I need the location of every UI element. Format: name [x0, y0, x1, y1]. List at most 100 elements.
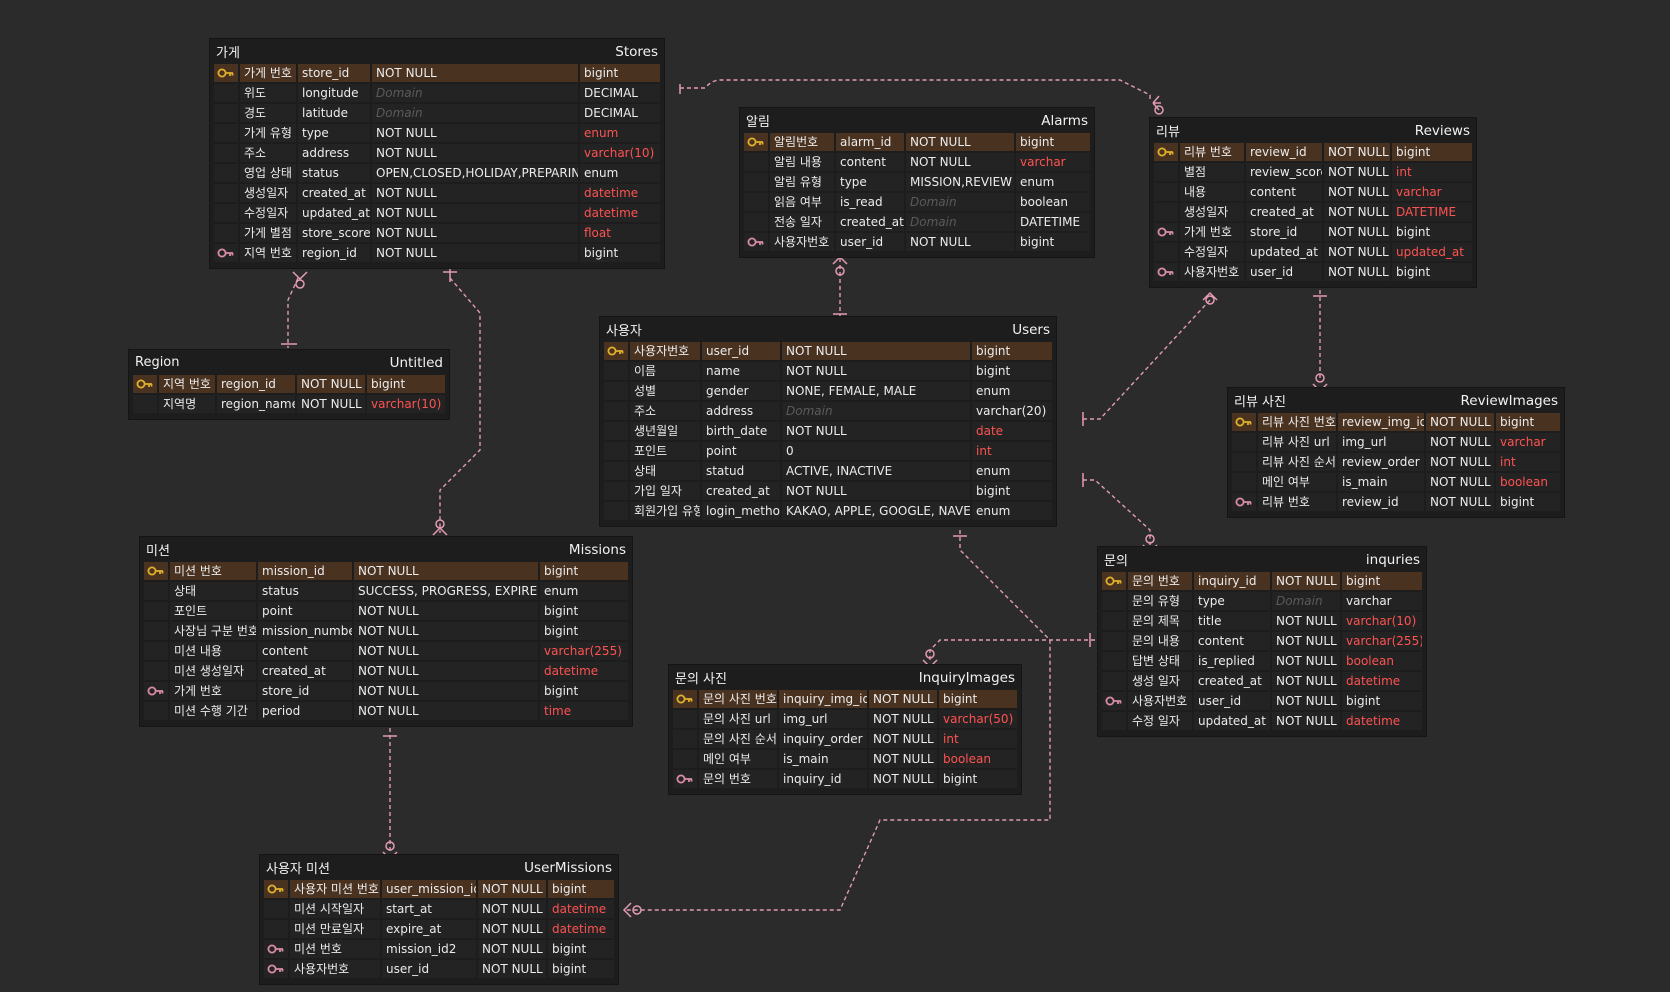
table-row[interactable]: 미션 수행 기간 period NOT NULL time: [144, 702, 628, 722]
table-row[interactable]: 포인트 point NOT NULL bigint: [144, 602, 628, 622]
table-header: 알림 Alarms: [744, 108, 1090, 133]
column-physical-name: point: [702, 442, 780, 460]
table-row[interactable]: 지역 번호 region_id NOT NULL bigint: [214, 244, 660, 264]
table-row[interactable]: 사장님 구분 번호 mission_number NOT NULL bigint: [144, 622, 628, 642]
table-row[interactable]: 전송 일자 created_at Domain DATETIME: [744, 213, 1090, 233]
table-row[interactable]: 내용 content NOT NULL varchar: [1154, 183, 1472, 203]
table-inquiryimages[interactable]: 문의 사진 InquiryImages 문의 사진 번호 inquiry_img_id…: [669, 665, 1021, 794]
table-row[interactable]: 문의 사진 순서 inquiry_order NOT NULL int: [673, 730, 1017, 750]
table-row[interactable]: 문의 유형 type Domain varchar: [1102, 592, 1422, 612]
table-row[interactable]: 가게 유형 type NOT NULL enum: [214, 124, 660, 144]
column-type: boolean: [1016, 193, 1090, 211]
table-row[interactable]: 주소 address Domain varchar(20): [604, 402, 1052, 422]
column-type: datetime: [580, 204, 660, 222]
table-row[interactable]: 리뷰 번호 review_id NOT NULL bigint: [1154, 143, 1472, 163]
table-inquries[interactable]: 문의 inquries 문의 번호 inquiry_id NOT NULL bigint 문…: [1098, 547, 1426, 736]
column-type: updated_at: [1392, 243, 1472, 261]
table-row[interactable]: 문의 사진 번호 inquiry_img_id NOT NULL bigint: [673, 690, 1017, 710]
table-row[interactable]: 문의 사진 url img_url NOT NULL varchar(50): [673, 710, 1017, 730]
table-row[interactable]: 미션 시작일자 start_at NOT NULL datetime: [264, 900, 614, 920]
table-row[interactable]: 알림 내용 content NOT NULL varchar: [744, 153, 1090, 173]
column-constraint: NOT NULL: [354, 702, 538, 720]
table-row[interactable]: 미션 만료일자 expire_at NOT NULL datetime: [264, 920, 614, 940]
table-row[interactable]: 리뷰 번호 review_id NOT NULL bigint: [1232, 493, 1560, 513]
column-constraint: Domain: [372, 104, 578, 122]
table-row[interactable]: 읽음 여부 is_read Domain boolean: [744, 193, 1090, 213]
column-type: enum: [972, 382, 1052, 400]
key-cell: [133, 395, 157, 413]
table-row[interactable]: 사용자번호 user_id NOT NULL bigint: [1102, 692, 1422, 712]
table-row[interactable]: 문의 내용 content NOT NULL varchar(255): [1102, 632, 1422, 652]
table-row[interactable]: 회원가입 유형 login_method KAKAO, APPLE, GOOGLE,…: [604, 502, 1052, 522]
table-row[interactable]: 이름 name NOT NULL bigint: [604, 362, 1052, 382]
table-usermissions[interactable]: 사용자 미션 UserMissions 사용자 미션 번호 user_mission_…: [260, 855, 618, 984]
table-row[interactable]: 생성일자 created_at NOT NULL DATETIME: [1154, 203, 1472, 223]
table-row[interactable]: 미션 번호 mission_id NOT NULL bigint: [144, 562, 628, 582]
table-row[interactable]: 포인트 point 0 int: [604, 442, 1052, 462]
table-row[interactable]: 주소 address NOT NULL varchar(10): [214, 144, 660, 164]
table-row[interactable]: 메인 여부 is_main NOT NULL boolean: [1232, 473, 1560, 493]
table-row[interactable]: 미션 내용 content NOT NULL varchar(255): [144, 642, 628, 662]
table-row[interactable]: 가게 번호 store_id NOT NULL bigint: [1154, 223, 1472, 243]
table-header: Region Untitled: [133, 350, 445, 375]
table-row[interactable]: 성별 gender NONE, FEMALE, MALE enum: [604, 382, 1052, 402]
table-row[interactable]: 답변 상태 is_replied NOT NULL boolean: [1102, 652, 1422, 672]
table-row[interactable]: 지역 번호 region_id NOT NULL bigint: [133, 375, 445, 395]
table-row[interactable]: 미션 생성일자 created_at NOT NULL datetime: [144, 662, 628, 682]
column-type: int: [972, 442, 1052, 460]
table-row[interactable]: 경도 latitude Domain DECIMAL: [214, 104, 660, 124]
table-header: 사용자 Users: [604, 317, 1052, 342]
column-constraint: NOT NULL: [1426, 473, 1494, 491]
table-row[interactable]: 수정일자 updated_at NOT NULL updated_at: [1154, 243, 1472, 263]
table-row[interactable]: 문의 번호 inquiry_id NOT NULL bigint: [1102, 572, 1422, 592]
foreign-key-icon: [1102, 692, 1126, 710]
table-row[interactable]: 위도 longitude Domain DECIMAL: [214, 84, 660, 104]
table-header: 사용자 미션 UserMissions: [264, 855, 614, 880]
table-row[interactable]: 가게 번호 store_id NOT NULL bigint: [214, 64, 660, 84]
table-row[interactable]: 리뷰 사진 순서 review_order NOT NULL int: [1232, 453, 1560, 473]
table-row[interactable]: 리뷰 사진 url img_url NOT NULL varchar: [1232, 433, 1560, 453]
table-row[interactable]: 메인 여부 is_main NOT NULL boolean: [673, 750, 1017, 770]
table-row[interactable]: 지역명 region_name NOT NULL varchar(10): [133, 395, 445, 415]
table-row[interactable]: 별점 review_score NOT NULL int: [1154, 163, 1472, 183]
table-row[interactable]: 사용자번호 user_id NOT NULL bigint: [744, 233, 1090, 253]
table-row[interactable]: 리뷰 사진 번호 review_img_id NOT NULL bigint: [1232, 413, 1560, 433]
foreign-key-icon: [264, 940, 288, 958]
column-type: bigint: [972, 342, 1052, 360]
table-row[interactable]: 미션 번호 mission_id2 NOT NULL bigint: [264, 940, 614, 960]
column-type: datetime: [1342, 672, 1422, 690]
table-stores[interactable]: 가게 Stores 가게 번호 store_id NOT NULL bigint 위도 lon…: [210, 39, 664, 268]
table-row[interactable]: 사용자 미션 번호 user_mission_id NOT NULL bigint: [264, 880, 614, 900]
table-row[interactable]: 가게 별점 store_score NOT NULL float: [214, 224, 660, 244]
table-missions[interactable]: 미션 Missions 미션 번호 mission_id NOT NULL bigint 상…: [140, 537, 632, 726]
table-row[interactable]: 가게 번호 store_id NOT NULL bigint: [144, 682, 628, 702]
table-row[interactable]: 상태 statud ACTIVE, INACTIVE enum: [604, 462, 1052, 482]
table-row[interactable]: 알림번호 alarm_id NOT NULL bigint: [744, 133, 1090, 153]
column-type: date: [972, 422, 1052, 440]
table-english-title: Untitled: [389, 354, 443, 371]
table-row[interactable]: 문의 번호 inquiry_id NOT NULL bigint: [673, 770, 1017, 790]
table-users[interactable]: 사용자 Users 사용자번호 user_id NOT NULL bigint 이름 name…: [600, 317, 1056, 526]
table-alarms[interactable]: 알림 Alarms 알림번호 alarm_id NOT NULL bigint 알림 내용 c…: [740, 108, 1094, 257]
table-row[interactable]: 문의 제목 title NOT NULL varchar(10): [1102, 612, 1422, 632]
table-row[interactable]: 생년월일 birth_date NOT NULL date: [604, 422, 1052, 442]
table-row[interactable]: 영업 상태 status OPEN,CLOSED,HOLIDAY,PREPARING…: [214, 164, 660, 184]
table-row[interactable]: 가입 일자 created_at NOT NULL bigint: [604, 482, 1052, 502]
table-row[interactable]: 상태 status SUCCESS, PROGRESS, EXPIRED enum: [144, 582, 628, 602]
table-korean-title: Region: [135, 355, 180, 370]
table-reviews[interactable]: 리뷰 Reviews 리뷰 번호 review_id NOT NULL bigint 별점 r…: [1150, 118, 1476, 287]
table-row[interactable]: 수정 일자 updated_at NOT NULL datetime: [1102, 712, 1422, 732]
table-row[interactable]: 알림 유형 type MISSION,REVIEW enum: [744, 173, 1090, 193]
table-reviewimages[interactable]: 리뷰 사진 ReviewImages 리뷰 사진 번호 review_img_id NO…: [1228, 388, 1564, 517]
table-row[interactable]: 수정일자 updated_at NOT NULL datetime: [214, 204, 660, 224]
table-row[interactable]: 사용자번호 user_id NOT NULL bigint: [604, 342, 1052, 362]
key-cell: [144, 702, 168, 720]
table-row[interactable]: 사용자번호 user_id NOT NULL bigint: [264, 960, 614, 980]
table-row[interactable]: 생성일자 created_at NOT NULL datetime: [214, 184, 660, 204]
table-row[interactable]: 사용자번호 user_id NOT NULL bigint: [1154, 263, 1472, 283]
table-row[interactable]: 생성 일자 created_at NOT NULL datetime: [1102, 672, 1422, 692]
column-logical-name: 내용: [1180, 183, 1244, 201]
key-cell: [264, 900, 288, 918]
table-region[interactable]: Region Untitled 지역 번호 region_id NOT NULL bigi…: [129, 350, 449, 419]
column-type: varchar: [1496, 433, 1560, 451]
